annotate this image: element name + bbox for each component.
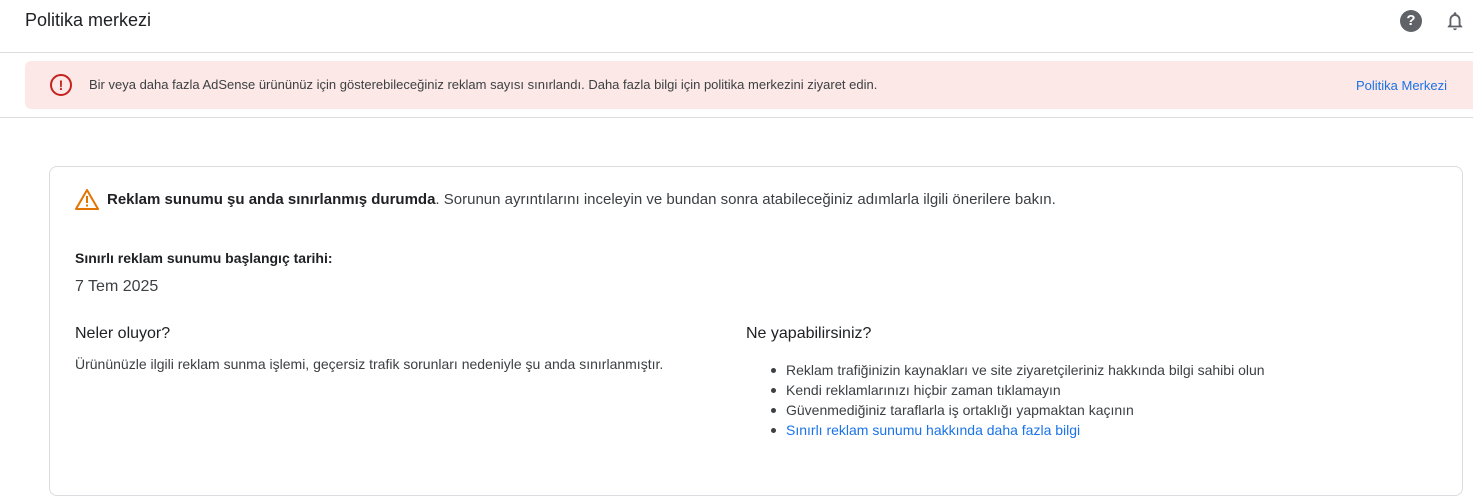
- alert-banner: ! Bir veya daha fazla AdSense ürününüz i…: [25, 61, 1473, 109]
- top-bar: Politika merkezi ?: [0, 0, 1473, 53]
- divider: [0, 117, 1473, 118]
- warning-title: Reklam sunumu şu anda sınırlanmış durumd…: [107, 190, 436, 208]
- help-icon[interactable]: ?: [1400, 10, 1422, 32]
- list-item: Güvenmediğiniz taraflarla iş ortaklığı y…: [766, 400, 1265, 420]
- page-title: Politika merkezi: [25, 10, 152, 30]
- status-card: Reklam sunumu şu anda sınırlanmış durumd…: [49, 166, 1463, 496]
- warning-icon: [75, 189, 99, 210]
- bell-icon[interactable]: [1444, 9, 1466, 33]
- what-you-can-do-title: Ne yapabilirsiniz?: [746, 325, 872, 342]
- error-icon: !: [50, 74, 72, 96]
- whats-happening-title: Neler oluyor?: [75, 325, 171, 342]
- whats-happening-body: Ürününüzle ilgili reklam sunma işlemi, g…: [75, 356, 664, 372]
- list-item: Kendi reklamlarınızı hiçbir zaman tıklam…: [766, 380, 1265, 400]
- start-date-label: Sınırlı reklam sunumu başlangıç tarihi:: [75, 250, 333, 266]
- policy-center-link[interactable]: Politika Merkezi: [1356, 78, 1447, 93]
- alert-message: Bir veya daha fazla AdSense ürününüz içi…: [89, 77, 878, 92]
- learn-more-link[interactable]: Sınırlı reklam sunumu hakkında daha fazl…: [766, 420, 1265, 440]
- list-item: Reklam trafiğinizin kaynakları ve site z…: [766, 360, 1265, 380]
- tips-list: Reklam trafiğinizin kaynakları ve site z…: [766, 360, 1265, 440]
- warning-description: . Sorunun ayrıntılarını inceleyin ve bun…: [435, 190, 1056, 208]
- start-date-value: 7 Tem 2025: [75, 278, 159, 295]
- warning-row: Reklam sunumu şu anda sınırlanmış durumd…: [75, 188, 1056, 210]
